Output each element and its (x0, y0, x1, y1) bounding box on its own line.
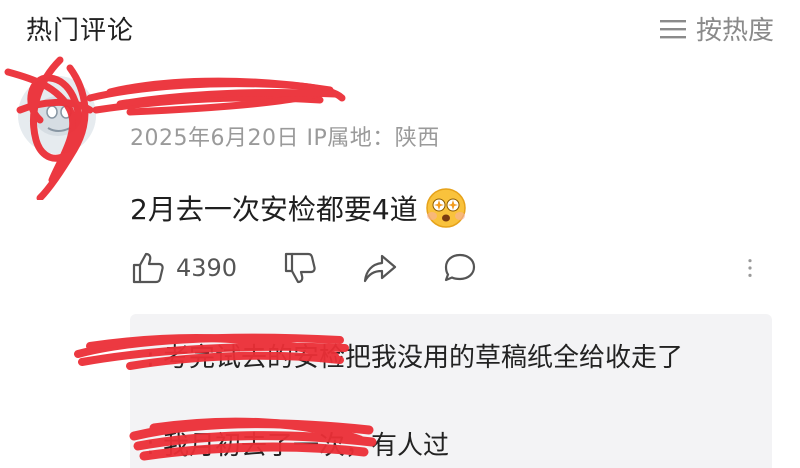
share-arrow-icon (363, 254, 397, 283)
like-button[interactable]: 4390 (130, 250, 237, 286)
hot-comments-title: 热门评论 (26, 16, 135, 46)
dislike-button[interactable] (282, 250, 318, 286)
like-count: 4390 (176, 254, 238, 282)
reply-text: : 考完试去的安检把我没用的草稿纸全给收走了 (146, 343, 684, 373)
reply-text: : 我月初去了一次，有人过 (146, 431, 450, 461)
share-button[interactable] (362, 250, 398, 286)
avatar[interactable] (18, 76, 96, 154)
sort-by-hot-button[interactable]: 按热度 (659, 10, 774, 47)
reply-item[interactable]: : 考完试去的安检把我没用的草稿纸全给收走了 (146, 336, 756, 380)
reply-item[interactable]: : 我月初去了一次，有人过 (146, 424, 756, 468)
more-vertical-icon (748, 259, 752, 277)
sort-label: 按热度 (695, 16, 774, 46)
comment-text: 2月去一次安检都要4道 (130, 193, 418, 226)
thumbs-up-icon (132, 252, 164, 284)
more-options-button[interactable] (742, 250, 766, 286)
reply-button[interactable] (442, 250, 478, 286)
comment-actions: 4390 (130, 250, 770, 294)
comment-meta: 2025年6月20日 IP属地：陕西 (130, 126, 440, 151)
astonished-face-emoji (425, 188, 466, 228)
comment-section: 热门评论 按热度 2025年6月20日 IP属地：陕西 2月去一次安检都要4道 … (0, 0, 800, 468)
list-sort-icon (659, 19, 686, 38)
avatar-image (18, 76, 96, 154)
comment-body: 2月去一次安检都要4道 (130, 186, 468, 230)
thumbs-down-icon (284, 252, 316, 284)
reply-preview-box[interactable]: : 考完试去的安检把我没用的草稿纸全给收走了 : 我月初去了一次，有人过 (130, 314, 772, 468)
speech-bubble-icon (444, 253, 476, 282)
